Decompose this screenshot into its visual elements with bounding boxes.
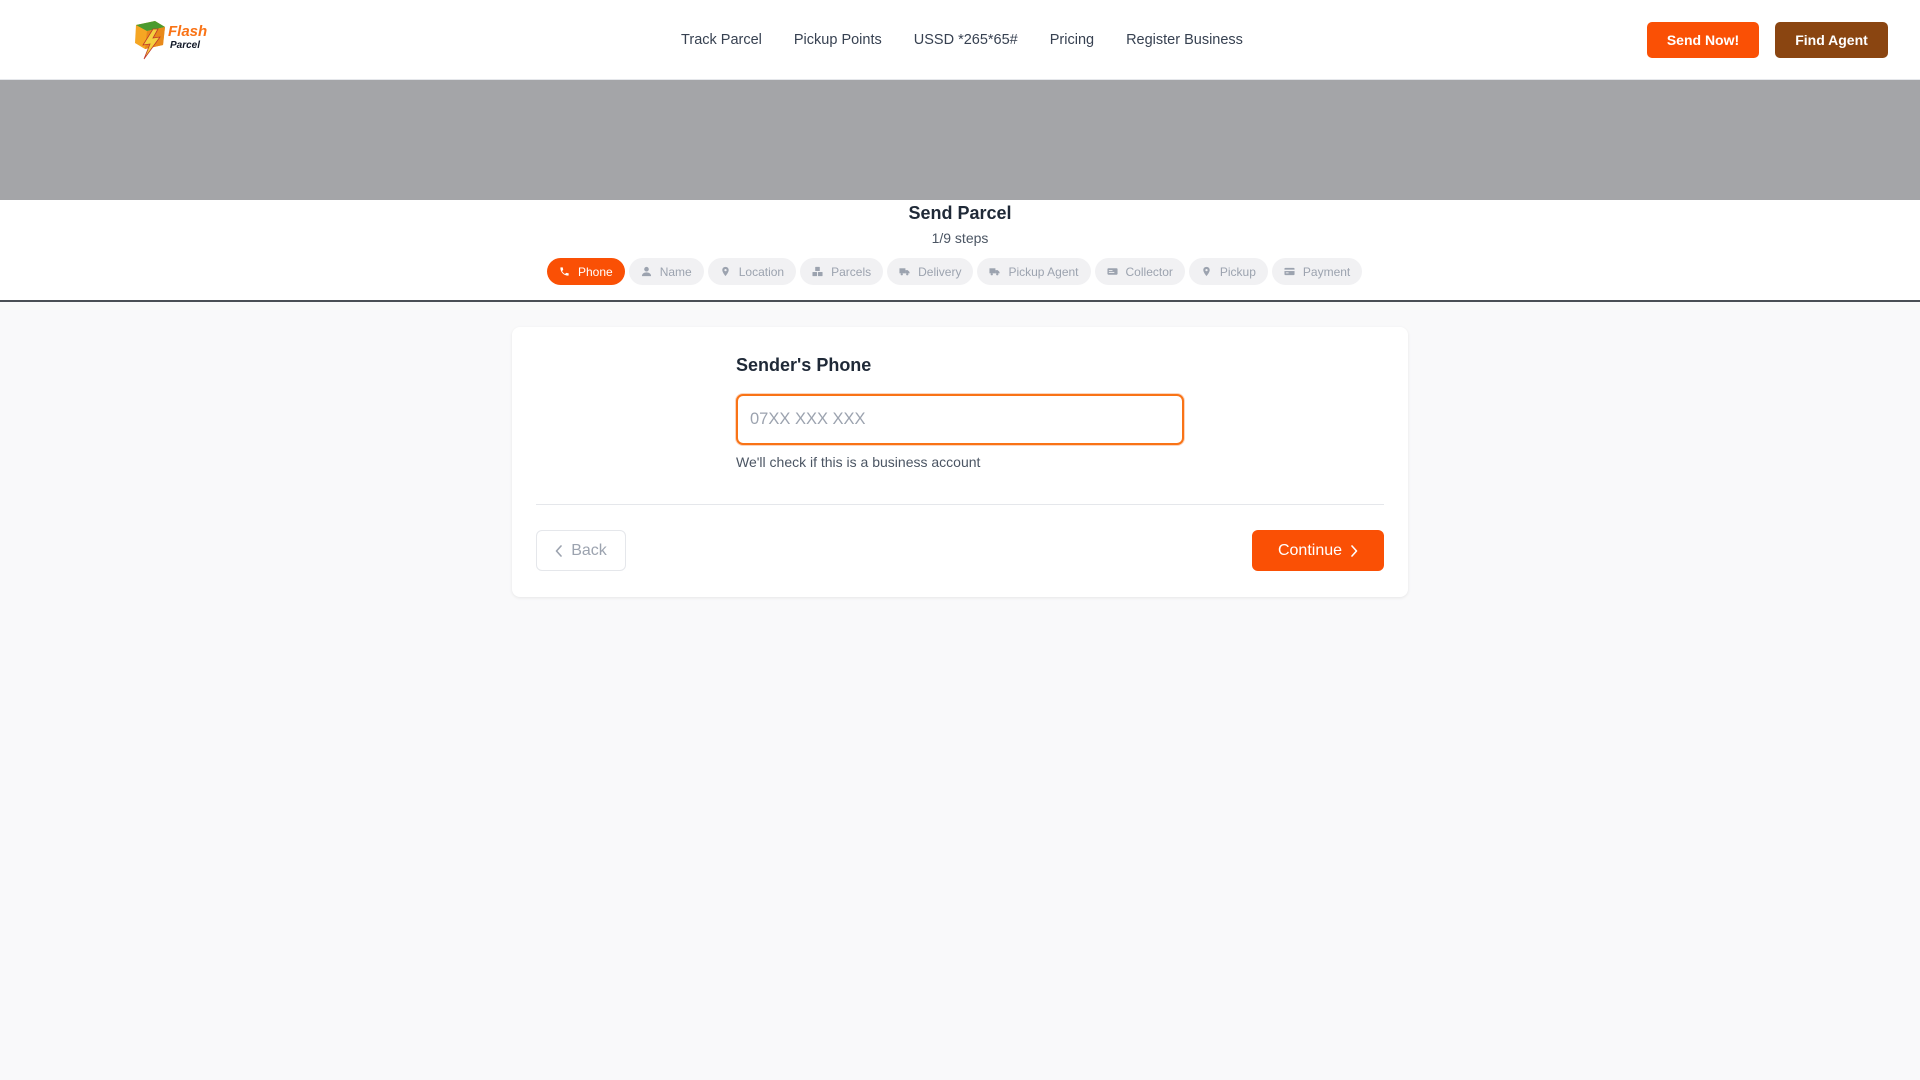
nav-pricing[interactable]: Pricing [1050, 32, 1094, 48]
step-label: Delivery [918, 264, 962, 279]
step-label: Pickup Agent [1008, 264, 1079, 279]
hero-banner [0, 80, 1920, 200]
form-divider [536, 504, 1384, 505]
step-delivery[interactable]: Delivery [887, 258, 974, 285]
step-parcels[interactable]: Parcels [800, 258, 884, 285]
step-name[interactable]: Name [628, 258, 704, 285]
stepper-section: Send Parcel 1/9 steps Phone Name Locatio… [0, 200, 1920, 302]
step-phone[interactable]: Phone [547, 258, 625, 285]
nav-ussd[interactable]: USSD *265*65# [914, 32, 1018, 48]
main-nav: Track Parcel Pickup Points USSD *265*65#… [0, 0, 1920, 80]
chevron-right-icon [1350, 544, 1358, 557]
back-label: Back [571, 541, 607, 559]
sender-phone-hint: We'll check if this is a business accoun… [736, 454, 981, 470]
find-agent-button[interactable]: Find Agent [1775, 22, 1888, 58]
chevron-left-icon [555, 544, 563, 557]
step-location[interactable]: Location [707, 258, 797, 285]
continue-label: Continue [1277, 541, 1343, 559]
step-payment[interactable]: Payment [1271, 258, 1363, 285]
step-counter: 1/9 steps [931, 230, 989, 246]
sender-phone-input[interactable] [736, 394, 1184, 445]
sender-phone-label: Sender's Phone [736, 355, 872, 375]
step-label: Payment [1302, 264, 1351, 279]
step-list: Phone Name Location Parcels Delivery Pic… [547, 258, 1363, 285]
nav-track-parcel[interactable]: Track Parcel [681, 32, 762, 48]
continue-button[interactable]: Continue [1252, 530, 1384, 571]
map-pin-icon [1201, 266, 1212, 277]
step-collector[interactable]: Collector [1094, 258, 1185, 285]
step-label: Pickup [1219, 264, 1256, 279]
step-label: Phone [578, 264, 613, 279]
nav-pickup-points[interactable]: Pickup Points [794, 32, 882, 48]
user-icon [641, 266, 652, 277]
sender-phone-card: Sender's Phone We'll check if this is a … [512, 327, 1408, 597]
truck-icon [899, 266, 910, 277]
back-button[interactable]: Back [536, 530, 626, 571]
nav-register-business[interactable]: Register Business [1126, 32, 1243, 48]
top-header: Flash Parcel Track Parcel Pickup Points … [0, 0, 1920, 80]
page-title: Send Parcel [908, 203, 1012, 223]
step-label: Collector [1125, 264, 1173, 279]
credit-card-icon [1284, 266, 1295, 277]
step-pickup[interactable]: Pickup [1188, 258, 1268, 285]
boxes-icon [812, 266, 823, 277]
send-now-button[interactable]: Send Now! [1647, 22, 1759, 58]
map-pin-icon [720, 266, 731, 277]
id-card-icon [1106, 266, 1118, 277]
step-pickup-agent[interactable]: Pickup Agent [977, 258, 1091, 285]
phone-icon [559, 266, 570, 277]
step-label: Location [738, 264, 785, 279]
truck-icon [989, 266, 1000, 277]
step-label: Name [659, 264, 692, 279]
step-label: Parcels [831, 264, 872, 279]
